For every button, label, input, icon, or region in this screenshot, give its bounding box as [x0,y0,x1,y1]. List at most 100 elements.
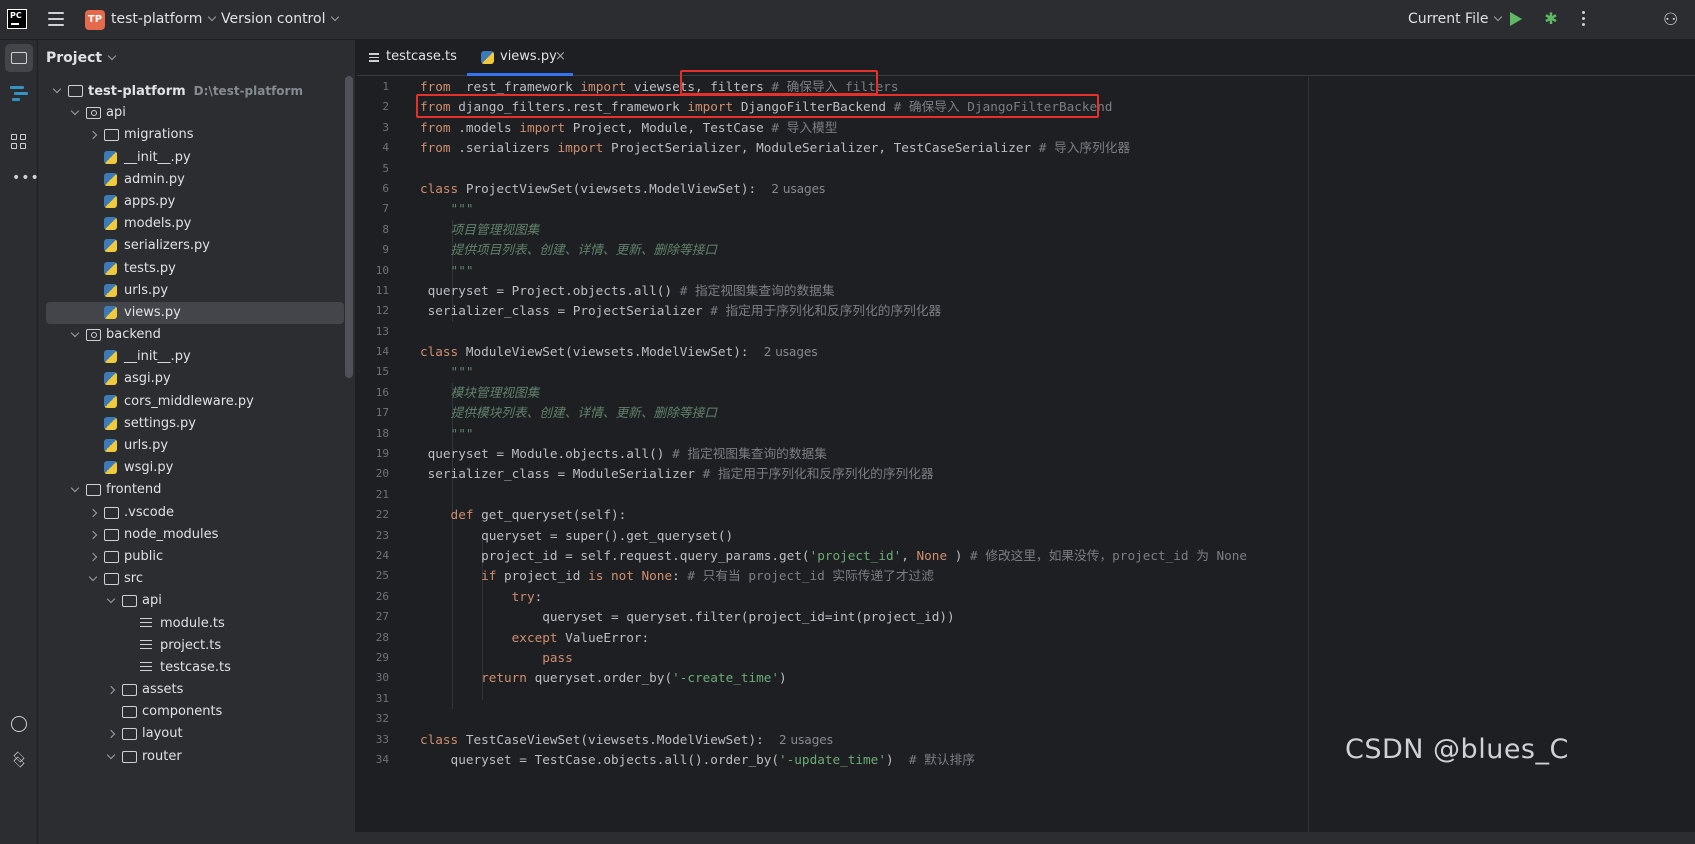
tree-item[interactable]: __init__.py [38,147,348,169]
chevron-down-icon[interactable] [70,484,80,493]
chevron-down-icon[interactable] [88,572,98,582]
code-line[interactable]: 模块管理视图集 [420,383,1420,403]
chevron-right-icon[interactable] [106,730,116,739]
code-line[interactable]: if project_id is not None: # 只有当 project… [420,566,1420,586]
tree-item[interactable]: settings.py [38,413,348,435]
code-line[interactable]: try: [420,587,1420,607]
tab-views-py[interactable]: views.py × [467,40,573,76]
tree-scrollbar[interactable] [345,76,353,378]
run-configuration-select[interactable]: Current File [1408,11,1503,27]
chevron-right-icon[interactable] [88,131,98,140]
run-icon[interactable] [1510,12,1522,26]
chevron-right-icon[interactable] [88,552,98,562]
code-line[interactable]: queryset = Project.objects.all() # 指定视图集… [420,281,1420,301]
code-line[interactable]: queryset = TestCase.objects.all().order_… [420,750,1420,770]
tree-item[interactable]: module.ts [38,613,348,635]
tree-item[interactable]: asgi.py [38,368,348,390]
tree-item[interactable]: components [38,701,348,723]
project-badge[interactable]: TP [85,10,105,30]
commit-tool-button[interactable] [5,80,33,108]
code-line[interactable]: class TestCaseViewSet(viewsets.ModelView… [420,730,1420,750]
code-line[interactable]: queryset = super().get_queryset() [420,526,1420,546]
usages-hint[interactable]: 2 usages [764,345,818,359]
code-line[interactable] [420,485,1420,505]
tree-item[interactable]: views.py [46,301,344,325]
code-line[interactable]: project_id = self.request.query_params.g… [420,546,1420,566]
chevron-down-icon[interactable] [70,328,80,338]
tree-item[interactable]: testcase.ts [38,657,348,679]
tree-item[interactable]: admin.py [38,169,348,191]
tree-item[interactable]: migrations [38,124,348,146]
tree-item[interactable]: backend [38,324,348,346]
code-line[interactable]: """ [420,199,1420,219]
tab-testcase-ts[interactable]: testcase.ts [357,40,465,76]
services-tool-button[interactable] [5,746,33,774]
tree-item[interactable]: models.py [38,213,348,235]
tree-item[interactable]: urls.py [38,280,348,302]
structure-tool-button[interactable] [5,128,33,156]
tree-item[interactable]: frontend [38,479,348,501]
chevron-right-icon[interactable] [106,685,116,695]
version-control-menu[interactable]: Version control [221,11,340,27]
tree-item[interactable]: project.ts [38,635,348,657]
main-menu-icon[interactable] [48,12,64,26]
tree-item[interactable]: __init__.py [38,346,348,368]
usages-hint[interactable]: 2 usages [771,182,825,196]
code-line[interactable]: def get_queryset(self): [420,505,1420,525]
tree-item[interactable]: apps.py [38,191,348,213]
tree-item[interactable]: .vscode [38,502,348,524]
tree-item[interactable]: src [38,568,348,590]
code-line[interactable]: class ProjectViewSet(viewsets.ModelViewS… [420,179,1420,199]
code-line[interactable]: pass [420,648,1420,668]
project-switcher[interactable]: test-platform [111,11,217,27]
chevron-down-icon[interactable] [70,106,80,116]
code-line[interactable]: """ [420,424,1420,444]
add-user-icon[interactable]: ⚇ [1663,9,1685,31]
tree-item[interactable]: cors_middleware.py [38,391,348,413]
project-panel-header[interactable]: Project [46,50,117,66]
debug-bug-icon[interactable]: ✱ [1542,10,1560,28]
chevron-right-icon[interactable] [88,530,98,539]
code-line[interactable]: return queryset.order_by('-create_time') [420,668,1420,688]
project-tool-button[interactable] [5,44,33,72]
code-line[interactable]: queryset = Module.objects.all() # 指定视图集查… [420,444,1420,464]
code-line[interactable]: 项目管理视图集 [420,220,1420,240]
code-line[interactable]: except ValueError: [420,628,1420,648]
code-line[interactable]: """ [420,362,1420,382]
usages-hint[interactable]: 2 usages [779,733,833,747]
code-line[interactable]: queryset = queryset.filter(project_id=in… [420,607,1420,627]
code-line[interactable] [420,709,1420,729]
code-line[interactable]: serializer_class = ModuleSerializer # 指定… [420,464,1420,484]
tree-item[interactable]: serializers.py [38,235,348,257]
code-line[interactable]: """ [420,261,1420,281]
python-console-button[interactable] [5,710,33,738]
code-line[interactable]: 提供模块列表、创建、详情、更新、删除等接口 [420,403,1420,423]
tree-item[interactable]: urls.py [38,435,348,457]
chevron-right-icon[interactable] [88,508,98,517]
code-line[interactable] [420,689,1420,709]
code-line[interactable]: serializer_class = ProjectSerializer # 指… [420,301,1420,321]
tree-item[interactable]: test-platform D:\test-platform [38,80,348,102]
tree-item[interactable]: public [38,546,348,568]
tree-item[interactable]: api [38,590,348,612]
tree-item[interactable]: api [38,102,348,124]
tree-item[interactable]: node_modules [38,524,348,546]
chevron-down-icon[interactable] [106,750,116,759]
more-actions-icon[interactable] [1582,11,1586,29]
close-icon[interactable]: × [555,40,566,74]
code-line[interactable]: class ModuleViewSet(viewsets.ModelViewSe… [420,342,1420,362]
more-tools-button[interactable]: ••• [5,164,39,192]
tree-item[interactable]: layout [38,723,348,745]
code-line[interactable]: from .models import Project, Module, Tes… [420,118,1420,138]
code-line[interactable] [420,159,1420,179]
code-line[interactable]: from .serializers import ProjectSerializ… [420,138,1420,158]
code-line[interactable] [420,322,1420,342]
tree-item[interactable]: tests.py [38,258,348,280]
code-content[interactable]: from rest_framework import viewsets, fil… [420,77,1420,770]
code-line[interactable]: 提供项目列表、创建、详情、更新、删除等接口 [420,240,1420,260]
chevron-down-icon[interactable] [106,595,116,604]
chevron-down-icon[interactable] [52,84,62,94]
tree-item[interactable]: router [38,746,348,768]
tree-item[interactable]: assets [38,679,348,701]
tree-item[interactable]: wsgi.py [38,457,348,479]
